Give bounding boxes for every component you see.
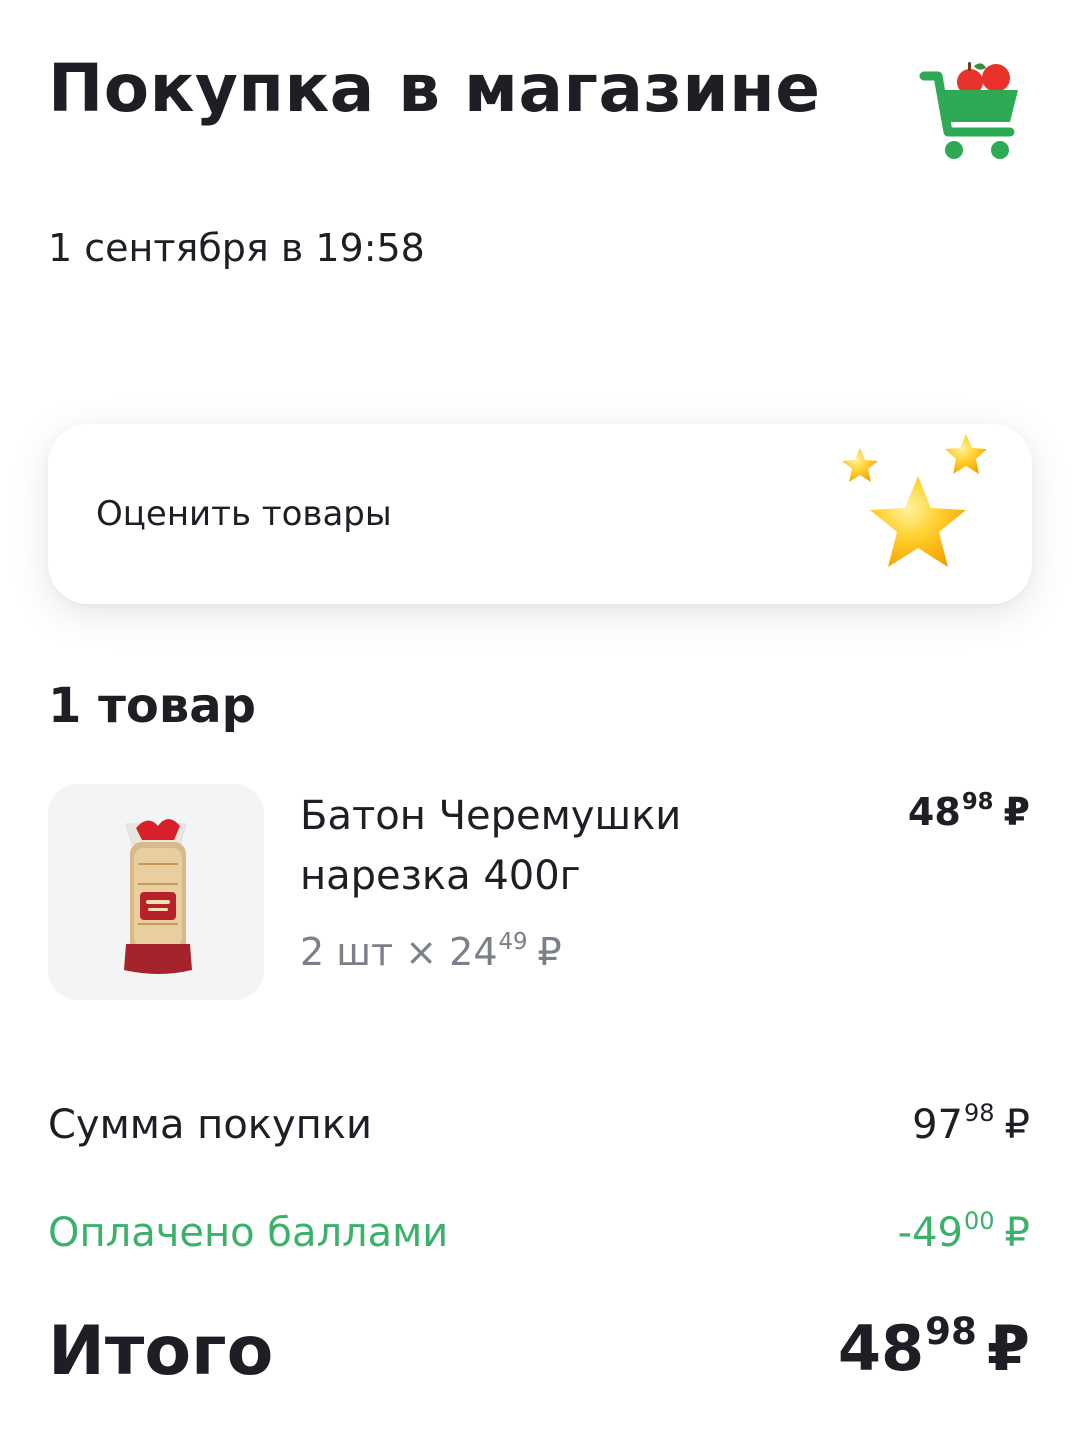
sum-dec: 98	[964, 1099, 995, 1128]
currency-sign: ₽	[537, 930, 562, 974]
product-price-int: 48	[907, 790, 961, 834]
product-quantity: 2 шт × 2449 ₽	[300, 929, 562, 974]
stars-icon	[842, 434, 987, 567]
bonus-dec: 00	[964, 1207, 995, 1236]
total-value: 4898 ₽	[837, 1308, 1030, 1385]
rate-products-label: Оценить товары	[96, 494, 392, 534]
sum-int: 97	[912, 1102, 963, 1148]
purchase-sum-label: Сумма покупки	[48, 1102, 372, 1148]
bonus-int: -49	[897, 1210, 963, 1256]
purchase-sum-value: 9798 ₽	[912, 1099, 1030, 1148]
total-label: Итого	[48, 1312, 274, 1391]
paid-with-points-label: Оплачено баллами	[48, 1210, 449, 1256]
shopping-cart-icon	[919, 62, 1018, 159]
items-count-heading: 1 товар	[48, 678, 257, 734]
currency-sign: ₽	[986, 1312, 1030, 1385]
rate-products-card[interactable]: Оценить товары	[48, 424, 1032, 604]
bread-loaf-icon	[124, 819, 192, 974]
product-total-price: 4898 ₽	[907, 789, 1030, 834]
product-name[interactable]: Батон Черемушки нарезка 400г	[300, 786, 740, 906]
currency-sign: ₽	[1004, 1102, 1030, 1148]
product-qty-prefix: 2 шт ×	[300, 930, 450, 974]
total-int: 48	[837, 1312, 925, 1385]
unit-price-int: 24	[449, 930, 498, 974]
product-price-dec: 98	[961, 789, 994, 816]
total-dec: 98	[925, 1308, 977, 1353]
page-title: Покупка в магазине	[48, 50, 821, 127]
paid-with-points-value: -4900 ₽	[897, 1207, 1030, 1256]
unit-price-dec: 49	[498, 929, 528, 956]
currency-sign: ₽	[1003, 790, 1030, 834]
currency-sign: ₽	[1004, 1210, 1030, 1256]
purchase-date: 1 сентября в 19:58	[48, 226, 425, 270]
product-thumbnail[interactable]	[48, 784, 264, 1000]
